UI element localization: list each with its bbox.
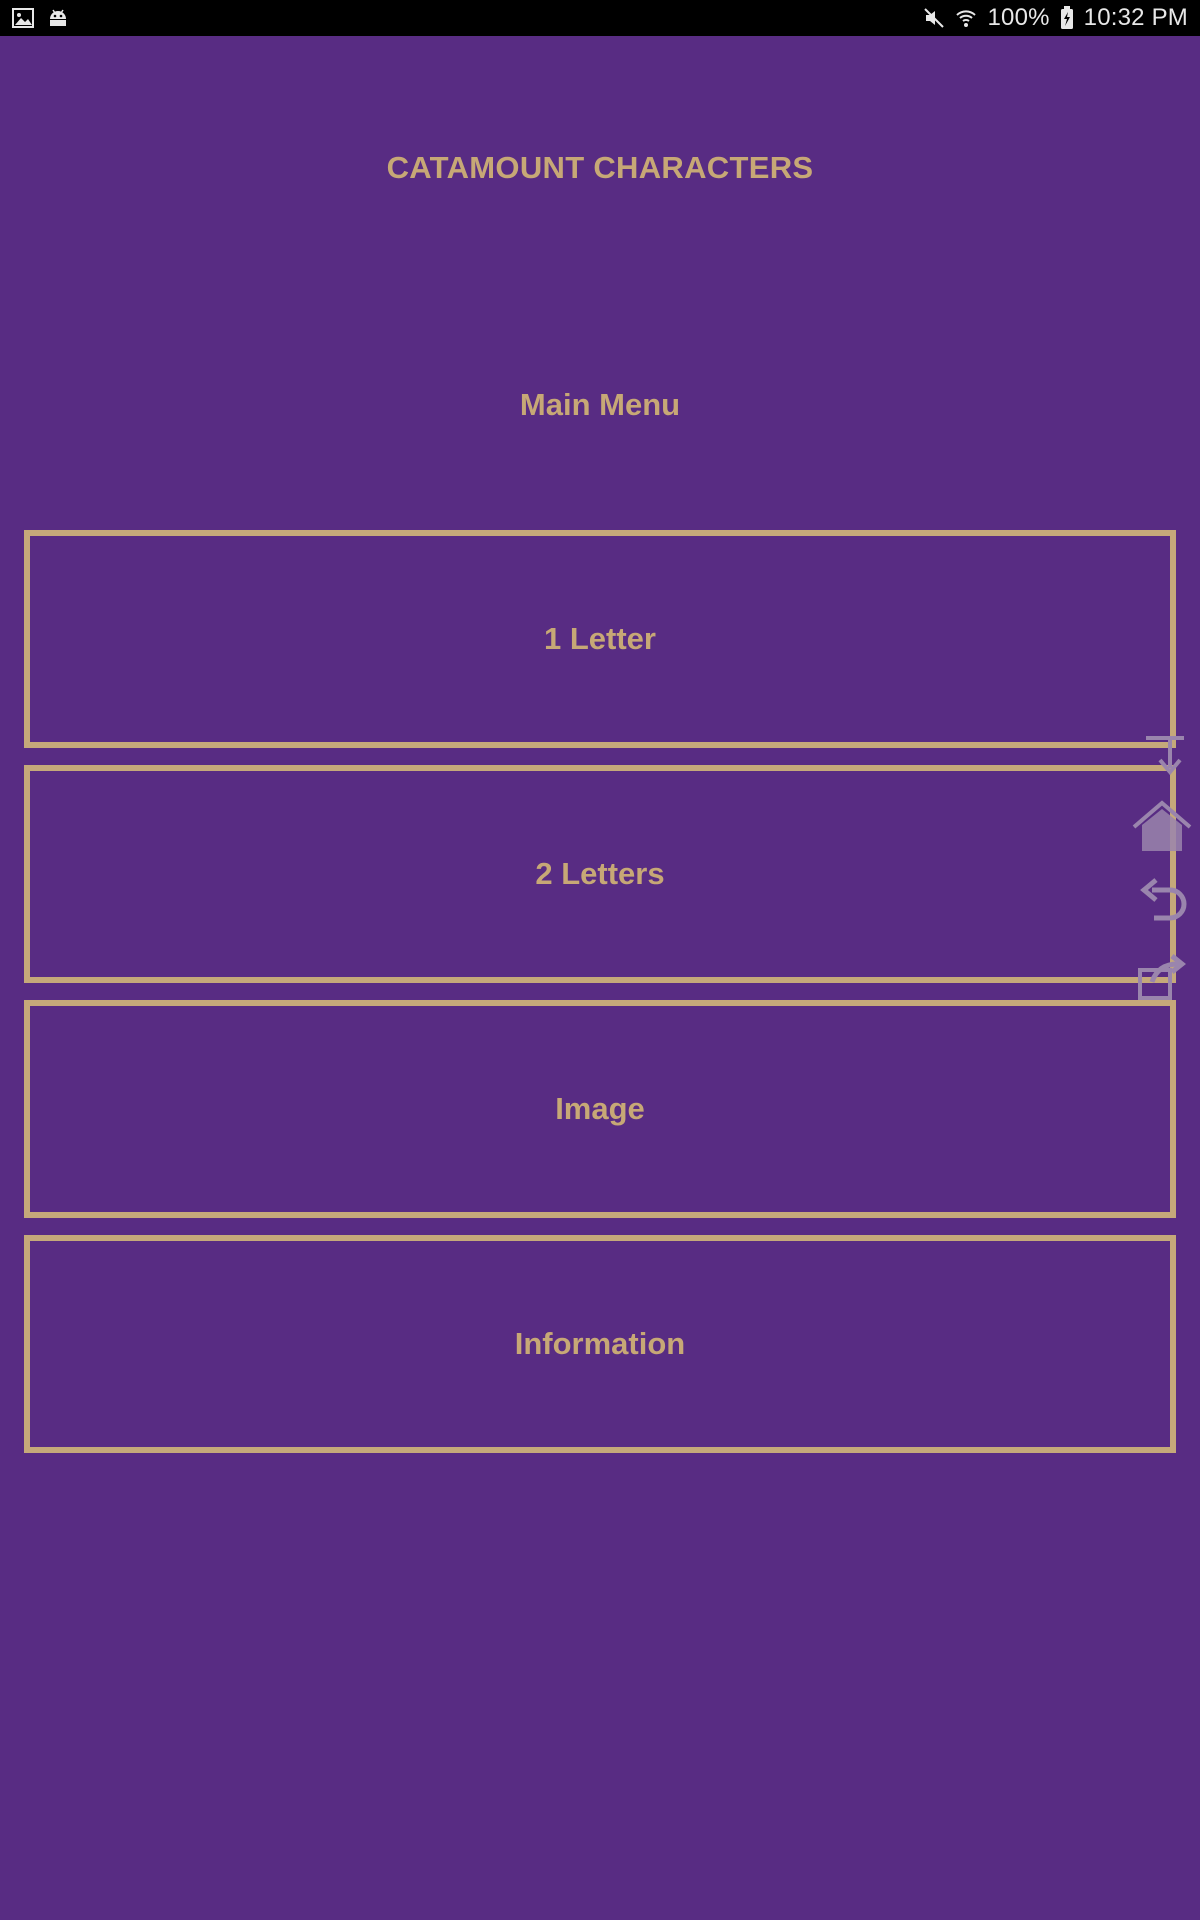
two-letters-button[interactable]: 2 Letters	[24, 765, 1176, 983]
battery-percentage: 100%	[987, 4, 1050, 31]
mute-icon	[923, 7, 945, 29]
floating-toolbar	[1124, 725, 1200, 1005]
gallery-icon	[12, 8, 34, 28]
clock: 10:32 PM	[1083, 4, 1188, 31]
home-icon[interactable]	[1124, 797, 1200, 857]
one-letter-button[interactable]: 1 Letter	[24, 530, 1176, 748]
app-title: CATAMOUNT CHARACTERS	[386, 150, 814, 185]
battery-charging-icon	[1060, 6, 1074, 30]
undo-icon[interactable]	[1124, 873, 1200, 933]
status-right: 100% 10:32 PM	[923, 4, 1188, 32]
status-bar: 100% 10:32 PM	[0, 0, 1200, 36]
information-button[interactable]: Information	[24, 1235, 1176, 1453]
status-left	[12, 7, 70, 29]
share-icon[interactable]	[1124, 947, 1200, 1007]
menu-heading: Main Menu	[519, 387, 681, 422]
android-debug-icon	[46, 7, 70, 29]
download-icon[interactable]	[1124, 725, 1200, 785]
image-button[interactable]: Image	[24, 1000, 1176, 1218]
wifi-icon	[955, 7, 977, 29]
